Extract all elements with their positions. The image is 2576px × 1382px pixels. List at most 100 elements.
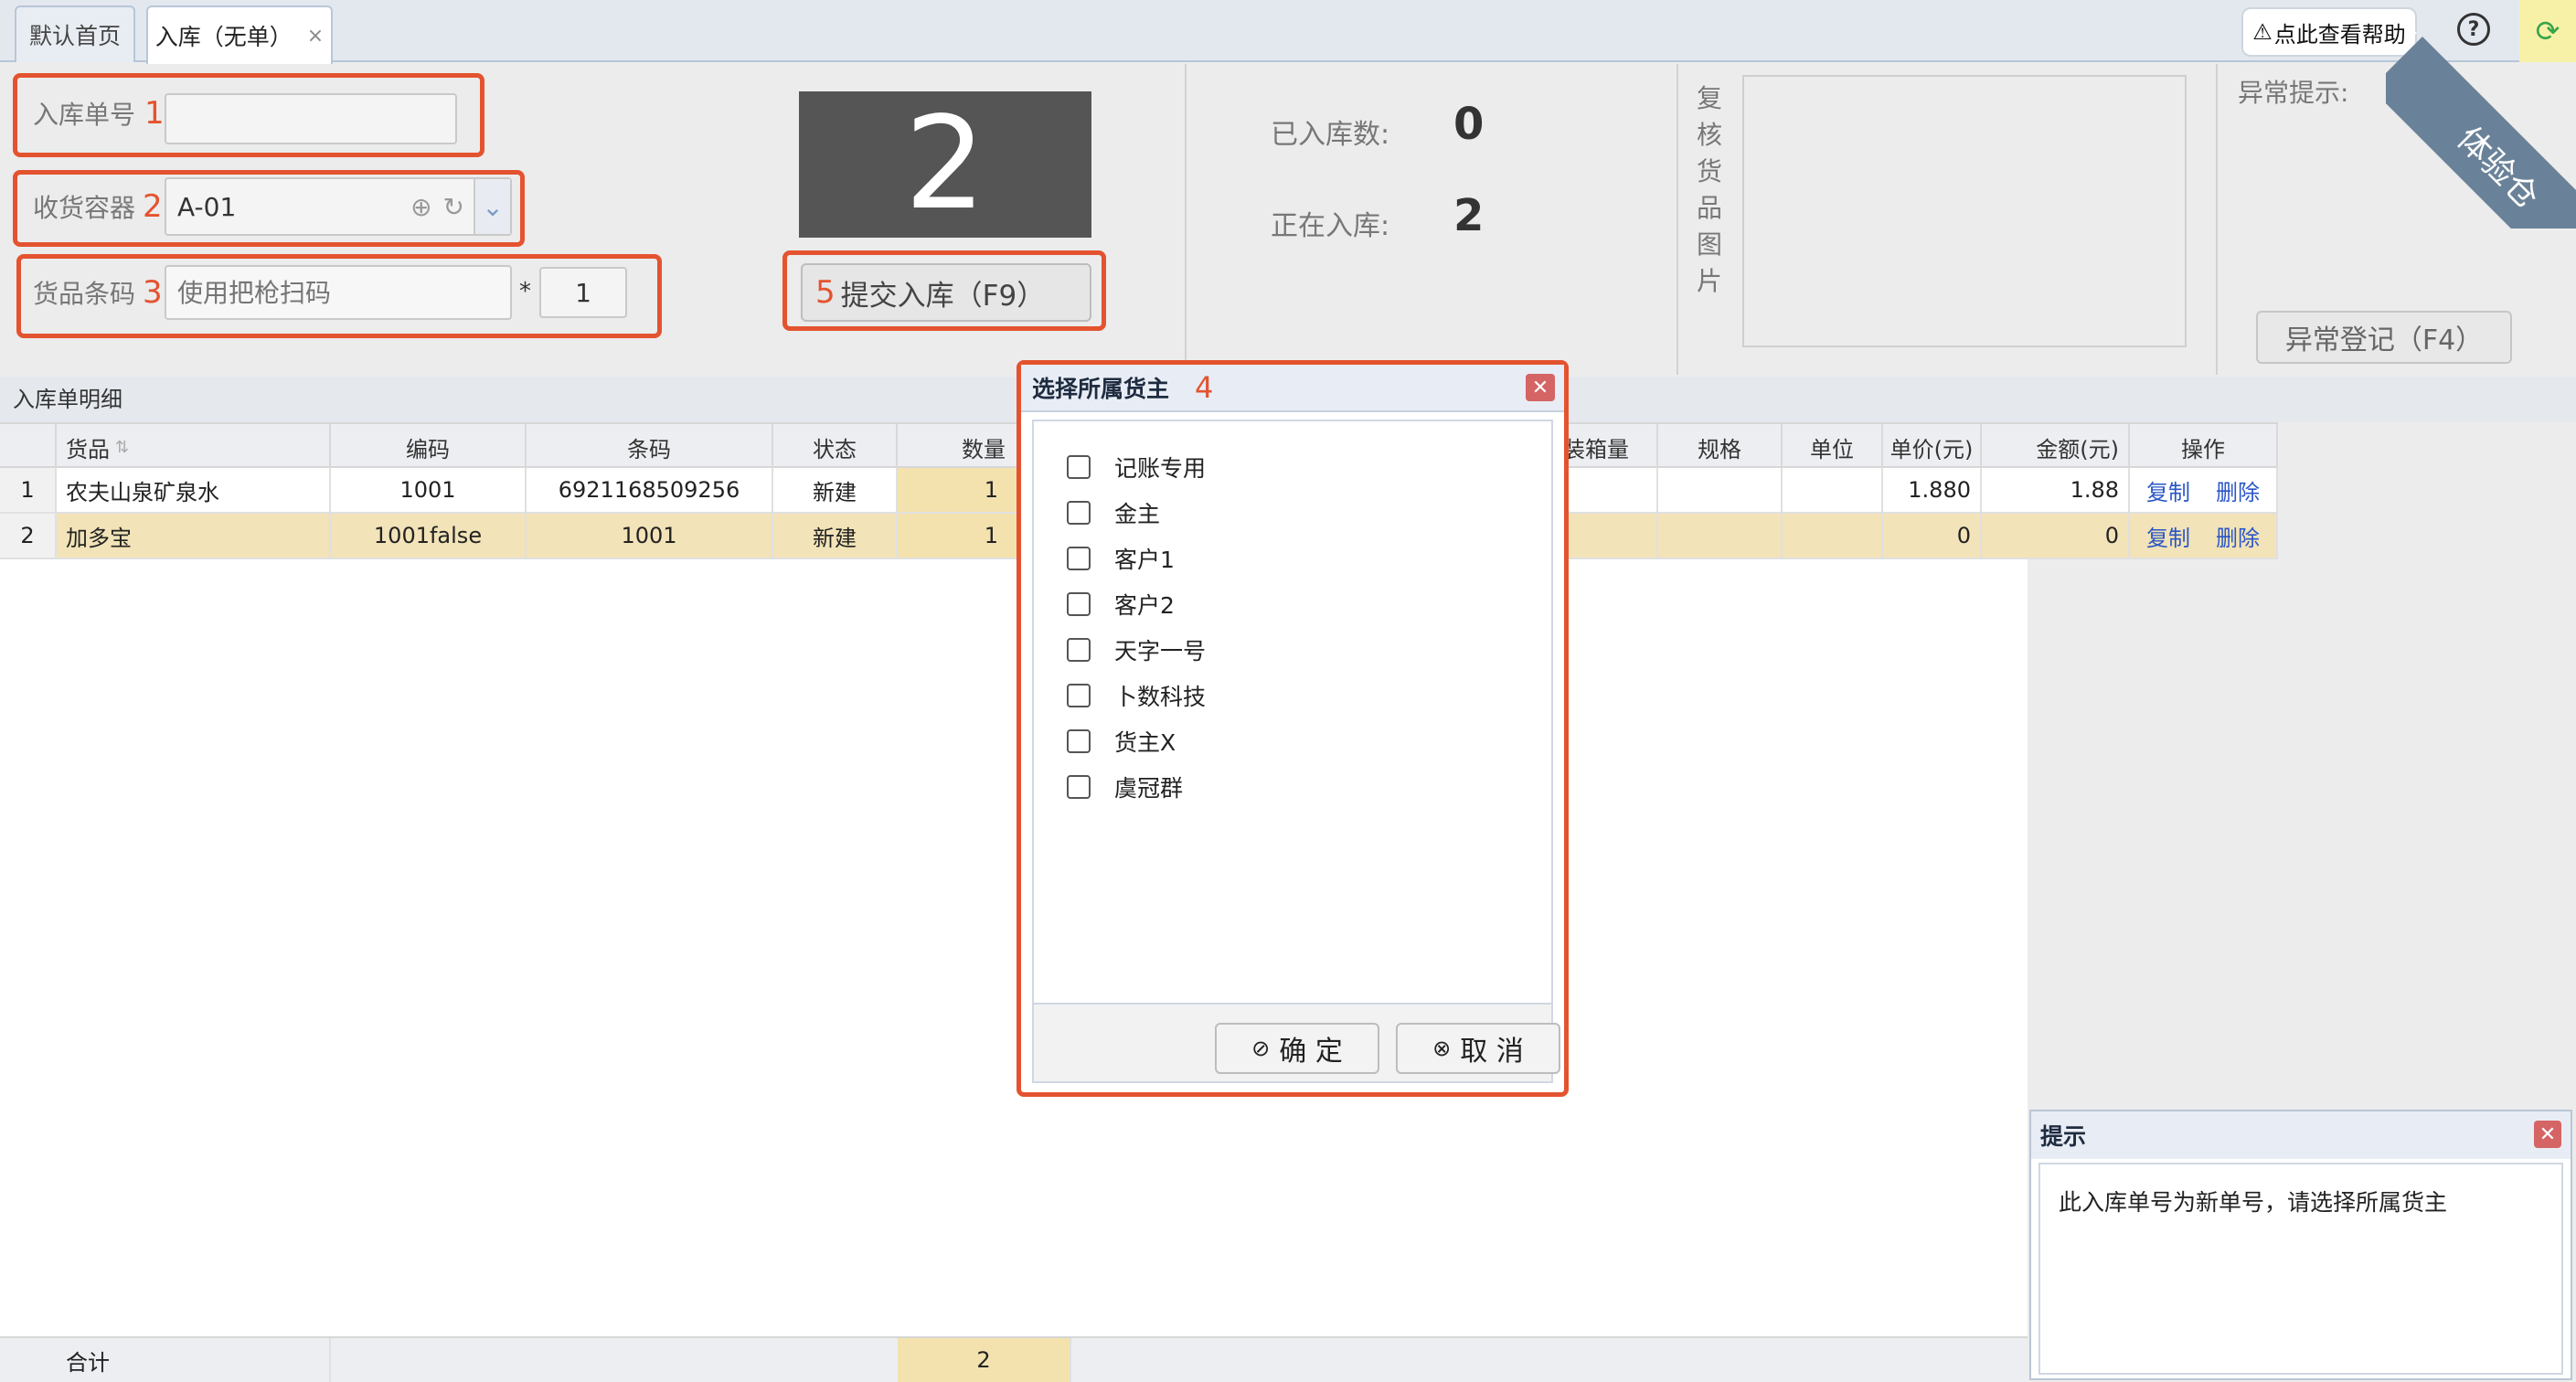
divider (1185, 64, 1187, 375)
col-index (0, 424, 57, 470)
checkbox[interactable] (1067, 775, 1091, 799)
cancel-label: 取 消 (1460, 1036, 1524, 1068)
goods-price: 0 (1883, 514, 1982, 558)
tab-home[interactable]: 默认首页 (15, 5, 135, 62)
goods-barcode: 6921168509256 (527, 468, 773, 512)
goods-unit (1783, 468, 1883, 512)
col-barcode[interactable]: 条码 (527, 424, 773, 470)
owner-option[interactable]: 记账专用 (1067, 449, 1206, 485)
container-input[interactable]: A-01 ⊕ ↻ ⌄ (165, 177, 512, 236)
checkbox[interactable] (1067, 592, 1091, 616)
add-icon[interactable]: ⊕ (410, 192, 431, 222)
dialog-title: 选择所属货主 (1032, 376, 1170, 402)
col-goods-label: 货品 (66, 436, 110, 462)
owner-list: 记账专用 金主 客户1 客户2 天字一号 卜数科技 货主X 虞冠群 (1032, 420, 1553, 1005)
received-label: 已入库数: (1271, 119, 1390, 151)
marker-4: 4 (1195, 370, 1214, 405)
goods-name: 农夫山泉矿泉水 (57, 468, 331, 512)
col-amount[interactable]: 金额(元) (1982, 424, 2130, 470)
marker-5: 5 (815, 274, 836, 311)
owner-option[interactable]: 虞冠群 (1067, 769, 1183, 805)
goods-amount: 0 (1982, 514, 2130, 558)
owner-option[interactable]: 金主 (1067, 494, 1160, 531)
tip-message: 此入库单号为新单号，请选择所属货主 (2038, 1163, 2563, 1375)
tip-header: 提示 ✕ (2031, 1111, 2571, 1159)
divider (1677, 64, 1678, 375)
close-icon[interactable]: ✕ (2534, 1121, 2561, 1148)
col-goods[interactable]: 货品 ⇅ (57, 424, 331, 470)
owner-option[interactable]: 天字一号 (1067, 632, 1206, 668)
warning-icon: ⚠ (2252, 19, 2273, 45)
col-unit[interactable]: 单位 (1783, 424, 1883, 470)
delete-link[interactable]: 删除 (2216, 520, 2260, 552)
row-index: 2 (0, 514, 57, 558)
owner-option[interactable]: 卜数科技 (1067, 677, 1206, 714)
submit-label: 提交入库（F9） (840, 279, 1046, 313)
dialog-header: 选择所属货主 4 ✕ (1021, 365, 1564, 412)
goods-name: 加多宝 (57, 514, 331, 558)
tip-panel: 提示 ✕ 此入库单号为新单号，请选择所属货主 (2029, 1110, 2572, 1380)
checkbox[interactable] (1067, 638, 1091, 662)
col-spec[interactable]: 规格 (1658, 424, 1783, 470)
abnormal-register-button[interactable]: 异常登记（F4） (2256, 311, 2512, 364)
container-row: 收货容器 2 (33, 188, 163, 225)
checkbox[interactable] (1067, 729, 1091, 753)
owner-option-label: 卜数科技 (1114, 684, 1207, 710)
multiply-sign: * (519, 278, 531, 305)
cancel-button[interactable]: ⊗ 取 消 (1396, 1023, 1560, 1074)
owner-option-label: 客户1 (1114, 547, 1175, 573)
barcode-input[interactable] (165, 265, 512, 320)
order-no-input[interactable] (165, 93, 457, 144)
barcode-label: 货品条码 (33, 279, 136, 309)
goods-spec (1658, 468, 1783, 512)
checkbox[interactable] (1067, 684, 1091, 707)
container-value: A-01 (177, 191, 237, 222)
tip-title: 提示 (2040, 1123, 2087, 1150)
goods-barcode: 1001 (527, 514, 773, 558)
checkbox[interactable] (1067, 501, 1091, 525)
marker-1: 1 (144, 95, 165, 132)
grid-body (0, 468, 2028, 1336)
goods-code: 1001 (331, 468, 527, 512)
goods-code: 1001false (331, 514, 527, 558)
dialog-footer: ⊘ 确 定 ⊗ 取 消 (1032, 1005, 1560, 1083)
delete-link[interactable]: 删除 (2216, 474, 2260, 506)
footer-qty-total: 2 (898, 1338, 1071, 1382)
ribbon-label: 体验仓 (2386, 37, 2576, 229)
received-value: 0 (1453, 99, 1485, 150)
copy-link[interactable]: 复制 (2146, 520, 2190, 552)
copy-link[interactable]: 复制 (2146, 474, 2190, 506)
submit-button[interactable]: 5 提交入库（F9） (801, 263, 1091, 322)
col-code[interactable]: 编码 (331, 424, 527, 470)
owner-option[interactable]: 货主X (1067, 723, 1176, 760)
col-actions: 操作 (2130, 424, 2278, 470)
corner-ribbon: 体验仓 (2386, 0, 2576, 229)
chevron-down-icon[interactable]: ⌄ (474, 179, 510, 234)
col-price[interactable]: 单价(元) (1883, 424, 1982, 470)
tab-inbound[interactable]: 入库（无单） × (146, 5, 333, 64)
grid-footer: 合计 2 (0, 1336, 2028, 1382)
owner-option[interactable]: 客户2 (1067, 586, 1175, 622)
row-actions: 复制 删除 (2130, 468, 2278, 512)
close-icon[interactable]: × (307, 25, 324, 48)
close-icon[interactable]: ✕ (1526, 374, 1555, 401)
divider (2216, 64, 2218, 375)
abnormal-label: 异常提示: (2238, 78, 2349, 108)
owner-option-label: 天字一号 (1114, 638, 1207, 664)
in-progress-label: 正在入库: (1271, 210, 1390, 242)
owner-select-dialog: 选择所属货主 4 ✕ 记账专用 金主 客户1 客户2 天字一号 卜数科技 货主X… (1017, 360, 1569, 1097)
owner-option-label: 记账专用 (1114, 455, 1207, 482)
col-status[interactable]: 状态 (773, 424, 898, 470)
owner-option-label: 金主 (1114, 501, 1161, 527)
sort-icon: ⇅ (115, 437, 130, 457)
owner-option[interactable]: 客户1 (1067, 540, 1175, 577)
container-label: 收货容器 (33, 193, 136, 223)
quantity-input[interactable]: 1 (539, 267, 627, 318)
checkbox[interactable] (1067, 547, 1091, 570)
order-no-label: 入库单号 (33, 100, 136, 130)
reload-icon[interactable]: ↻ (443, 192, 464, 222)
confirm-button[interactable]: ⊘ 确 定 (1215, 1023, 1379, 1074)
marker-3: 3 (143, 274, 163, 311)
owner-option-label: 货主X (1114, 729, 1176, 756)
checkbox[interactable] (1067, 455, 1091, 479)
